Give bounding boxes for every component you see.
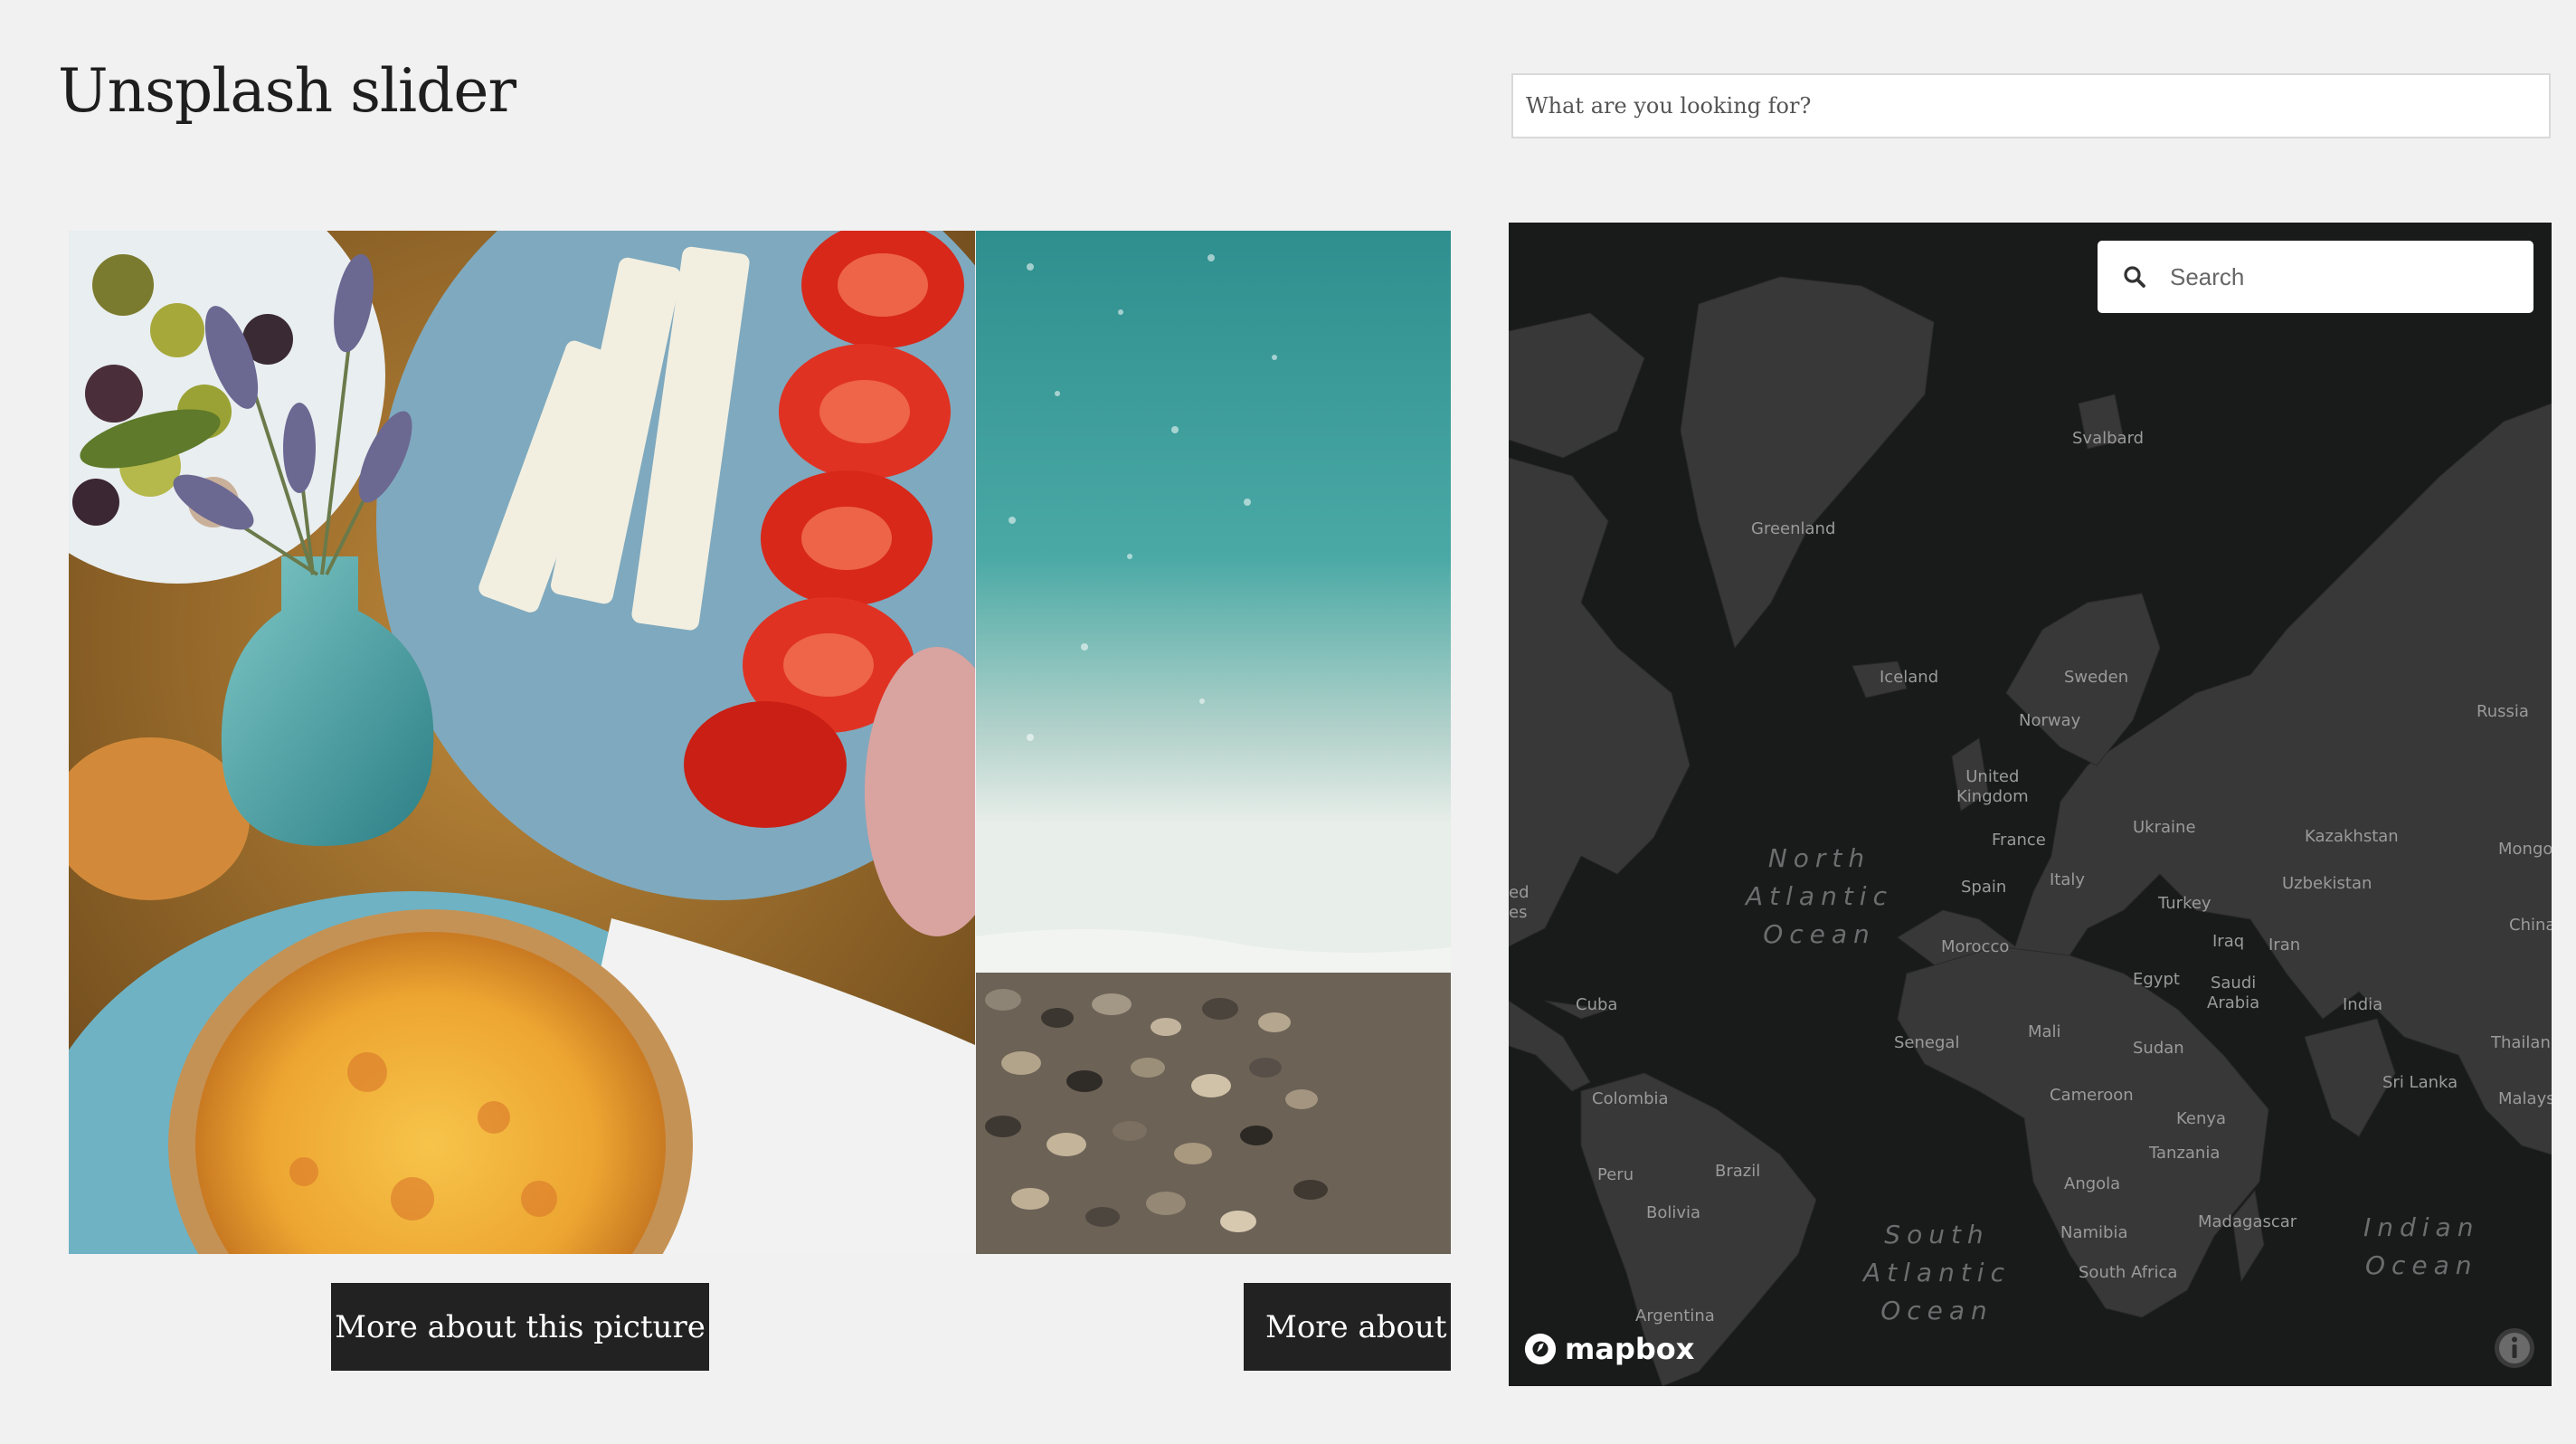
food-platter-photo[interactable] — [69, 231, 975, 1254]
image-slider[interactable]: More about this picture More about — [69, 231, 1451, 1389]
map-label-sweden: Sweden — [2064, 668, 2129, 687]
mapbox-logo-icon — [1524, 1333, 1557, 1365]
map-label-malaysia: Malays — [2498, 1089, 2552, 1108]
map-label-ukraine: Ukraine — [2133, 818, 2196, 837]
map-label-north-atlantic-ocean: North Atlantic Ocean — [1746, 843, 1893, 949]
map-label-senegal: Senegal — [1894, 1033, 1960, 1052]
map-label-south-africa: South Africa — [2079, 1263, 2178, 1282]
info-icon[interactable] — [2493, 1326, 2536, 1370]
map-label-edge-partial: ed es — [1509, 883, 1530, 922]
map-label-united-kingdom: United Kingdom — [1956, 767, 2029, 806]
map-label-kazakhstan: Kazakhstan — [2305, 827, 2399, 846]
map-label-turkey: Turkey — [2158, 894, 2211, 913]
page-title: Unsplash slider — [58, 56, 516, 126]
map-label-argentina: Argentina — [1635, 1306, 1715, 1325]
map-label-mali: Mali — [2028, 1022, 2061, 1041]
map-label-mongolia: Mongo — [2498, 840, 2552, 859]
photo-search-input[interactable] — [1511, 73, 2551, 138]
more-about-picture-button[interactable]: More about this picture — [331, 1283, 709, 1371]
map-label-greenland: Greenland — [1751, 519, 1836, 538]
map-label-iran: Iran — [2268, 936, 2301, 955]
map-label-china: China — [2509, 916, 2552, 935]
map-label-india: India — [2343, 995, 2383, 1014]
map-label-sri-lanka: Sri Lanka — [2382, 1073, 2458, 1092]
map-label-namibia: Namibia — [2060, 1223, 2128, 1242]
map-label-tanzania: Tanzania — [2149, 1144, 2221, 1163]
map-label-madagascar: Madagascar — [2198, 1212, 2297, 1231]
map-label-egypt: Egypt — [2133, 970, 2180, 989]
map-label-iceland: Iceland — [1880, 668, 1939, 687]
map-label-colombia: Colombia — [1592, 1089, 1669, 1108]
map-search-input[interactable] — [2168, 261, 2533, 292]
map-label-russia: Russia — [2477, 702, 2529, 721]
map-label-angola: Angola — [2064, 1174, 2121, 1193]
map-label-iraq: Iraq — [2212, 932, 2245, 951]
sea-pebbles-photo[interactable] — [976, 231, 1451, 1254]
map-label-france: France — [1992, 831, 2046, 850]
mapbox-attribution[interactable]: mapbox — [1523, 1332, 1694, 1366]
world-map[interactable]: Svalbard Greenland Iceland Sweden Norway… — [1509, 223, 2552, 1386]
map-label-svalbard: Svalbard — [2072, 429, 2145, 448]
map-label-cameroon: Cameroon — [2050, 1086, 2134, 1105]
map-label-brazil: Brazil — [1715, 1162, 1761, 1181]
map-label-uzbekistan: Uzbekistan — [2282, 874, 2372, 893]
map-label-cuba: Cuba — [1576, 995, 1618, 1014]
map-label-indian-ocean: Indian Ocean — [2363, 1212, 2480, 1280]
map-label-south-atlantic-ocean: South Atlantic Ocean — [1863, 1220, 2011, 1325]
map-label-saudi-arabia: Saudi Arabia — [2207, 974, 2260, 1012]
map-label-morocco: Morocco — [1941, 937, 2010, 956]
search-icon — [2124, 266, 2145, 288]
map-label-norway: Norway — [2019, 711, 2081, 730]
more-about-picture-button[interactable]: More about this picture — [1244, 1283, 1451, 1371]
mapbox-wordmark: mapbox — [1565, 1332, 1695, 1366]
map-label-sudan: Sudan — [2133, 1039, 2184, 1058]
map-label-spain: Spain — [1961, 878, 2007, 897]
map-search-box[interactable] — [2098, 241, 2533, 313]
map-label-bolivia: Bolivia — [1646, 1203, 1701, 1222]
map-label-kenya: Kenya — [2176, 1109, 2227, 1128]
map-label-peru: Peru — [1597, 1165, 1634, 1184]
map-label-italy: Italy — [2050, 870, 2086, 889]
map-label-thailand: Thailan — [2491, 1033, 2551, 1052]
